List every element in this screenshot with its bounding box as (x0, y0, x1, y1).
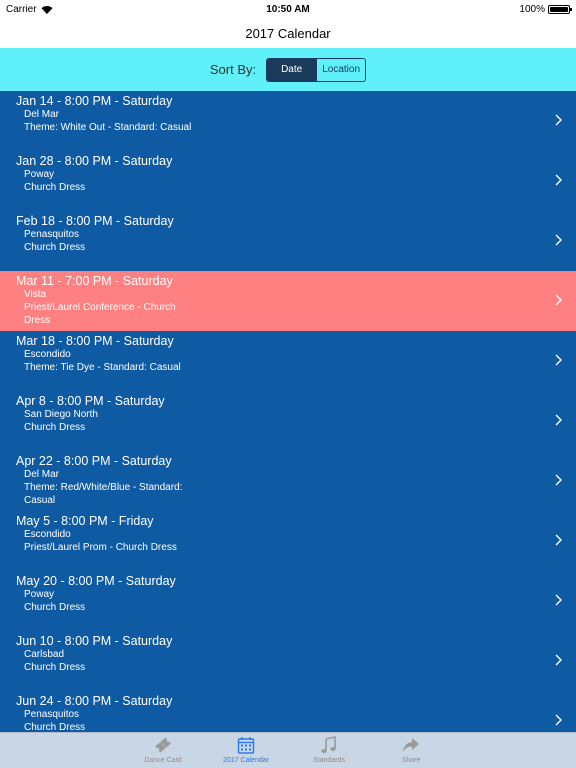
music-note-icon (321, 736, 336, 753)
event-row[interactable]: Apr 8 - 8:00 PM - Saturday San Diego Nor… (0, 391, 576, 451)
battery-icon (548, 4, 572, 14)
chevron-right-icon (555, 114, 562, 126)
tab-label: 2017 Calendar (223, 757, 269, 764)
event-title: May 5 - 8:00 PM - Friday (16, 514, 154, 528)
sort-location-button[interactable]: Location (316, 58, 366, 81)
event-list: Jan 14 - 8:00 PM - Saturday Del Mar Them… (0, 91, 576, 732)
sort-by-label: Sort By: (209, 62, 257, 77)
chevron-right-icon (555, 594, 562, 606)
chevron-right-icon (555, 174, 562, 186)
event-detail: Priest/Laurel Prom - Church Dress (24, 542, 177, 553)
event-location: Penasquitos (24, 229, 80, 240)
event-detail: Church Dress (24, 242, 86, 253)
event-title: Jan 14 - 8:00 PM - Saturday (16, 94, 173, 108)
event-location: Escondido (24, 529, 71, 540)
event-row[interactable]: Jan 14 - 8:00 PM - Saturday Del Mar Them… (0, 91, 576, 151)
event-location: Poway (24, 589, 55, 600)
status-bar: Carrier 10:50 AM 100% (0, 0, 576, 18)
tab-bar: Dance Card 2017 Calendar Standards Share (0, 732, 576, 768)
tab-label: Share (401, 757, 421, 764)
event-location: Poway (24, 169, 55, 180)
sort-bar: Sort By: Date Location (0, 48, 576, 91)
navigation-bar: 2017 Calendar (0, 18, 576, 48)
chevron-right-icon (555, 234, 562, 246)
tab-label: Standards (313, 757, 345, 764)
tab-label: Dance Card (144, 757, 182, 764)
event-row[interactable]: May 20 - 8:00 PM - Saturday Poway Church… (0, 571, 576, 631)
tab-dance-card[interactable]: Dance Card (128, 735, 198, 764)
sort-segmented-control: Date Location (266, 57, 367, 82)
event-detail: Church Dress (24, 182, 86, 193)
event-title: Apr 8 - 8:00 PM - Saturday (16, 394, 165, 408)
event-title: Jun 24 - 8:00 PM - Saturday (16, 694, 173, 708)
share-arrow-icon (403, 738, 419, 752)
tab-standards[interactable]: Standards (294, 735, 364, 764)
chevron-right-icon (555, 414, 562, 426)
sort-date-button[interactable]: Date (267, 58, 317, 81)
event-location: Carlsbad (24, 649, 65, 660)
status-time: 10:50 AM (266, 3, 310, 15)
chevron-right-icon (555, 354, 562, 366)
event-location: Del Mar (24, 469, 60, 480)
event-row[interactable]: Feb 18 - 8:00 PM - Saturday Penasquitos … (0, 211, 576, 271)
event-detail: Priest/Laurel Conference - Church Dress (24, 302, 176, 326)
event-row[interactable]: Mar 18 - 8:00 PM - Saturday Escondido Th… (0, 331, 576, 391)
event-detail: Church Dress (24, 722, 86, 732)
chevron-right-icon (555, 534, 562, 546)
event-location: Del Mar (24, 109, 60, 120)
event-title: Mar 11 - 7:00 PM - Saturday (16, 274, 173, 288)
event-row[interactable]: Jun 24 - 8:00 PM - Saturday Penasquitos … (0, 691, 576, 732)
chevron-right-icon (555, 714, 562, 726)
event-title: May 20 - 8:00 PM - Saturday (16, 574, 176, 588)
calendar-icon (237, 737, 255, 754)
event-location: San Diego North (24, 409, 98, 420)
event-detail: Church Dress (24, 422, 86, 433)
event-title: Jun 10 - 8:00 PM - Saturday (16, 634, 173, 648)
page-title: 2017 Calendar (245, 25, 331, 41)
event-row[interactable]: Jan 28 - 8:00 PM - Saturday Poway Church… (0, 151, 576, 211)
ticket-icon (155, 737, 171, 753)
event-detail: Church Dress (24, 602, 86, 613)
event-row-highlighted[interactable]: Mar 11 - 7:00 PM - Saturday Vista Priest… (0, 271, 576, 331)
event-title: Mar 18 - 8:00 PM - Saturday (16, 334, 174, 348)
tab-2017-calendar[interactable]: 2017 Calendar (211, 735, 281, 764)
event-location: Penasquitos (24, 709, 80, 720)
event-row[interactable]: Jun 10 - 8:00 PM - Saturday Carlsbad Chu… (0, 631, 576, 691)
event-detail: Theme: White Out - Standard: Casual (24, 122, 192, 133)
event-title: Jan 28 - 8:00 PM - Saturday (16, 154, 173, 168)
event-detail: Church Dress (24, 662, 86, 673)
event-title: Feb 18 - 8:00 PM - Saturday (16, 214, 174, 228)
event-title: Apr 22 - 8:00 PM - Saturday (16, 454, 172, 468)
event-row[interactable]: May 5 - 8:00 PM - Friday Escondido Pries… (0, 511, 576, 571)
tab-share[interactable]: Share (376, 735, 446, 764)
chevron-right-icon (555, 654, 562, 666)
event-detail: Theme: Tie Dye - Standard: Casual (24, 362, 181, 373)
event-detail: Theme: Red/White/Blue - Standard: Casual (24, 482, 183, 506)
chevron-right-icon (555, 294, 562, 306)
event-location: Vista (24, 289, 47, 300)
event-row[interactable]: Apr 22 - 8:00 PM - Saturday Del Mar Them… (0, 451, 576, 511)
chevron-right-icon (555, 474, 562, 486)
event-location: Escondido (24, 349, 71, 360)
